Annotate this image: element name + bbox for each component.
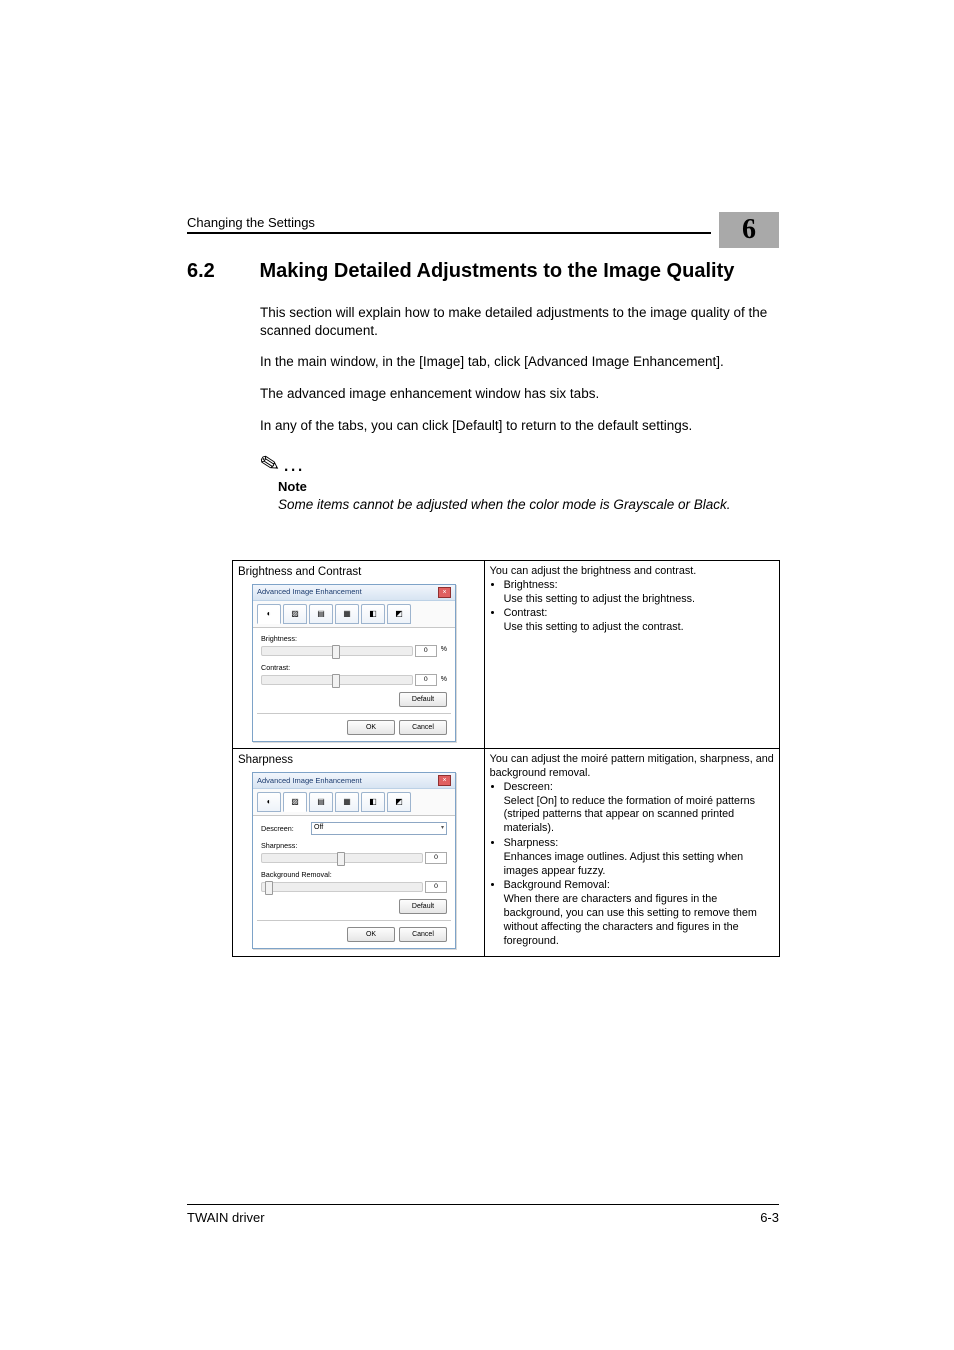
dialog-title-bar: Advanced Image Enhancement × — [253, 773, 455, 789]
row2-item2-label: Background Removal: — [504, 879, 610, 891]
ok-button[interactable]: OK — [347, 927, 395, 942]
descreen-value: Off — [314, 824, 323, 833]
contrast-label: Contrast: — [261, 663, 447, 672]
tab-3[interactable]: ▤ — [309, 792, 333, 812]
chapter-badge: 6 — [719, 212, 779, 248]
brightness-slider[interactable] — [261, 646, 413, 656]
brightness-value[interactable]: 0 — [415, 645, 437, 657]
list-item: Descreen: Select [On] to reduce the form… — [504, 781, 774, 836]
chevron-down-icon: ▾ — [441, 825, 444, 833]
brightness-label: Brightness: — [261, 634, 447, 643]
list-item: Background Removal: When there are chara… — [504, 879, 774, 948]
contrast-slider[interactable] — [261, 675, 413, 685]
dialog-tabs: ◐ ▨ ▤ ▦ ◧ ◩ — [253, 601, 455, 628]
header-rule — [187, 232, 711, 234]
section-number: 6.2 — [187, 260, 255, 283]
row1-item1-label: Contrast: — [504, 607, 548, 619]
row1-desc-intro: You can adjust the brightness and contra… — [490, 565, 774, 579]
table-row: Sharpness Advanced Image Enhancement × ◐… — [233, 749, 780, 956]
tab-sharpness[interactable]: ▨ — [283, 604, 307, 624]
footer-page: 6-3 — [760, 1210, 779, 1225]
descreen-select[interactable]: Off ▾ — [311, 822, 447, 835]
row2-item0-label: Descreen: — [504, 781, 553, 793]
bg-removal-label: Background Removal: — [261, 870, 447, 879]
descreen-label: Descreen: — [261, 824, 305, 833]
cancel-button[interactable]: Cancel — [399, 927, 447, 942]
default-button[interactable]: Default — [399, 899, 447, 914]
tab-4[interactable]: ▦ — [335, 604, 359, 624]
running-head: Changing the Settings — [187, 215, 315, 230]
tab-4[interactable]: ▦ — [335, 792, 359, 812]
separator — [257, 920, 451, 921]
table-row: Brightness and Contrast Advanced Image E… — [233, 561, 780, 749]
tab-5[interactable]: ◧ — [361, 604, 385, 624]
separator — [257, 713, 451, 714]
dialog-brightness-contrast: Advanced Image Enhancement × ◐ ▨ ▤ ▦ ◧ ◩ — [252, 584, 456, 742]
note-label: Note — [278, 479, 779, 494]
row2-item1-label: Sharpness: — [504, 837, 559, 849]
bg-removal-slider[interactable] — [261, 882, 423, 892]
feature-table: Brightness and Contrast Advanced Image E… — [232, 560, 780, 957]
para-where: In the main window, in the [Image] tab, … — [260, 353, 779, 371]
row1-item0-desc: Use this setting to adjust the brightnes… — [504, 593, 774, 607]
tab-brightness[interactable]: ◐ — [257, 604, 281, 624]
row2-item1-desc: Enhances image outlines. Adjust this set… — [504, 851, 774, 879]
row2-name: Sharpness — [238, 753, 479, 768]
list-item: Contrast: Use this setting to adjust the… — [504, 607, 774, 635]
default-button[interactable]: Default — [399, 692, 447, 707]
section-heading: 6.2 Making Detailed Adjustments to the I… — [187, 260, 779, 283]
list-item: Brightness: Use this setting to adjust t… — [504, 579, 774, 607]
percent-label: % — [441, 646, 447, 655]
cancel-button[interactable]: Cancel — [399, 720, 447, 735]
tab-brightness[interactable]: ◐ — [257, 792, 281, 812]
row2-desc-intro: You can adjust the moiré pattern mitigat… — [490, 753, 774, 781]
sharpness-slider[interactable] — [261, 853, 423, 863]
sharpness-value[interactable]: 0 — [425, 852, 447, 864]
pencil-icon: ✎ — [258, 451, 283, 479]
note-text: Some items cannot be adjusted when the c… — [278, 496, 779, 514]
row1-item1-desc: Use this setting to adjust the contrast. — [504, 621, 774, 635]
footer-left: TWAIN driver — [187, 1210, 265, 1225]
note-block: ✎… Note Some items cannot be adjusted wh… — [260, 451, 779, 514]
row1-item0-label: Brightness: — [504, 579, 558, 591]
ellipsis-icon: … — [282, 451, 306, 476]
para-default: In any of the tabs, you can click [Defau… — [260, 417, 779, 435]
para-intro: This section will explain how to make de… — [260, 304, 779, 340]
dialog-title: Advanced Image Enhancement — [257, 587, 362, 597]
footer-rule — [187, 1204, 779, 1205]
sharpness-label: Sharpness: — [261, 841, 447, 850]
row2-item2-desc: When there are characters and figures in… — [504, 893, 774, 948]
ok-button[interactable]: OK — [347, 720, 395, 735]
percent-label: % — [441, 676, 447, 685]
chapter-number: 6 — [742, 214, 756, 246]
tab-5[interactable]: ◧ — [361, 792, 385, 812]
tab-6[interactable]: ◩ — [387, 604, 411, 624]
tab-3[interactable]: ▤ — [309, 604, 333, 624]
section-title: Making Detailed Adjustments to the Image… — [259, 260, 734, 282]
dialog-title: Advanced Image Enhancement — [257, 776, 362, 786]
para-tabs: The advanced image enhancement window ha… — [260, 385, 779, 403]
tab-sharpness[interactable]: ▨ — [283, 792, 307, 812]
close-icon[interactable]: × — [438, 587, 451, 598]
bg-removal-value[interactable]: 0 — [425, 881, 447, 893]
dialog-tabs: ◐ ▨ ▤ ▦ ◧ ◩ — [253, 789, 455, 816]
tab-6[interactable]: ◩ — [387, 792, 411, 812]
list-item: Sharpness: Enhances image outlines. Adju… — [504, 837, 774, 878]
dialog-title-bar: Advanced Image Enhancement × — [253, 585, 455, 601]
dialog-sharpness: Advanced Image Enhancement × ◐ ▨ ▤ ▦ ◧ ◩ — [252, 772, 456, 949]
contrast-value[interactable]: 0 — [415, 674, 437, 686]
row1-name: Brightness and Contrast — [238, 565, 479, 580]
close-icon[interactable]: × — [438, 775, 451, 786]
row2-item0-desc: Select [On] to reduce the formation of m… — [504, 795, 774, 836]
